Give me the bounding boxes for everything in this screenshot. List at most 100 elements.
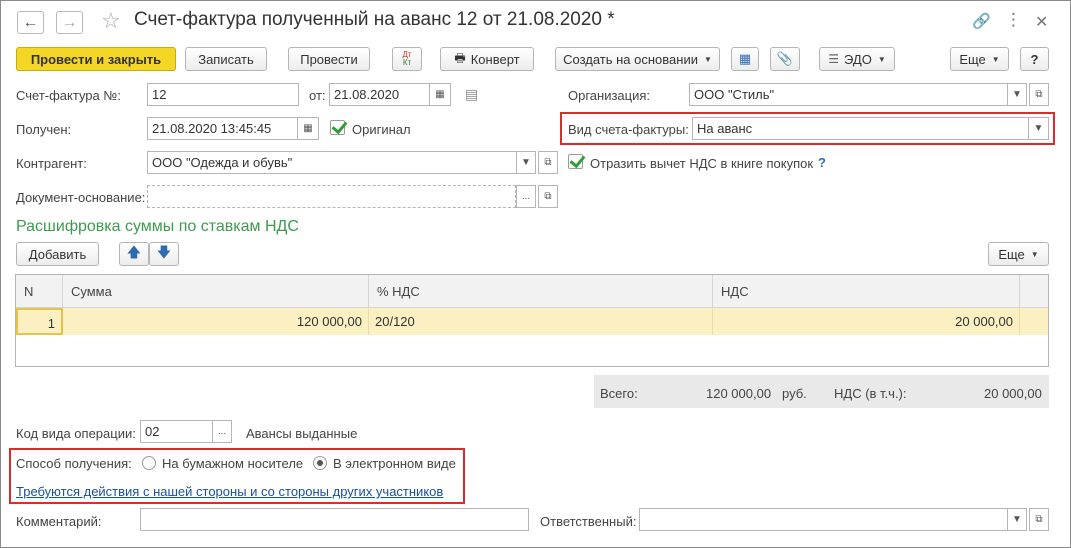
link-icon[interactable]: 🔗 — [972, 12, 991, 30]
received-calendar-button[interactable]: ▦ — [297, 117, 319, 140]
dropdown-caret-icon: ▼ — [991, 54, 1000, 64]
forward-button[interactable]: → — [56, 11, 83, 34]
back-button[interactable]: ← — [17, 11, 44, 34]
responsible-field[interactable] — [639, 508, 1007, 531]
paper-radio-label[interactable]: На бумажном носителе — [162, 456, 303, 471]
more-actions-icon[interactable]: ⋮ — [1005, 10, 1022, 30]
save-button[interactable]: Записать — [185, 47, 267, 71]
base-document-label: Документ-основание: — [16, 190, 146, 205]
page-title: Счет-фактура полученный на аванс 12 от 2… — [134, 9, 615, 30]
post-and-close-button[interactable]: Провести и закрыть — [16, 47, 176, 71]
more-button[interactable]: Еще ▼ — [950, 47, 1009, 71]
open-form-icon: ⧉ — [1035, 514, 1043, 525]
counterparty-field[interactable]: ООО "Одежда и обувь" — [147, 151, 516, 174]
edo-icon: ☰ — [828, 52, 839, 66]
move-down-button[interactable]: 🡇 — [149, 242, 179, 266]
dropdown-caret-icon: ▼ — [1030, 249, 1039, 259]
date-label: от: — [309, 88, 326, 103]
total-label: Всего: — [600, 386, 638, 401]
counterparty-open-button[interactable]: ⧉ — [538, 151, 558, 174]
totals-bar — [594, 375, 1049, 408]
organization-label: Организация: — [568, 88, 651, 103]
column-header-sum[interactable]: Сумма — [63, 275, 369, 308]
responsible-open-button[interactable]: ⧉ — [1029, 508, 1049, 531]
paper-radio[interactable] — [142, 456, 156, 470]
section-more-button[interactable]: Еще ▼ — [988, 242, 1049, 266]
column-header-n[interactable]: N — [16, 275, 63, 308]
organization-open-button[interactable]: ⧉ — [1029, 83, 1049, 106]
calendar-icon: ▦ — [435, 89, 445, 100]
organization-field[interactable]: ООО "Стиль" — [689, 83, 1007, 106]
chevron-down-icon: ▼ — [1012, 514, 1022, 525]
edo-button[interactable]: ☰ ЭДО ▼ — [819, 47, 895, 71]
column-header-vat-rate[interactable]: % НДС — [369, 275, 713, 308]
base-document-field[interactable] — [147, 185, 516, 208]
comment-label: Комментарий: — [16, 514, 102, 529]
dt-kt-button[interactable]: Дт Кт — [392, 47, 422, 71]
responsible-label: Ответственный: — [540, 514, 637, 529]
row-sum-cell[interactable]: 120 000,00 — [63, 308, 369, 335]
row-vat-cell[interactable]: 20 000,00 — [713, 308, 1020, 335]
close-icon[interactable]: ✕ — [1035, 12, 1048, 32]
vat-deduction-label: Отразить вычет НДС в книге покупок — [590, 156, 814, 171]
action-required-link[interactable]: Требуются действия с нашей стороны и со … — [16, 484, 443, 499]
vat-total-label: НДС (в т.ч.): — [834, 386, 907, 401]
row-vat-rate-cell[interactable]: 20/120 — [369, 308, 713, 335]
base-document-open-button[interactable]: ⧉ — [538, 185, 558, 208]
dropdown-caret-icon: ▼ — [703, 54, 712, 64]
responsible-dropdown[interactable]: ▼ — [1007, 508, 1027, 531]
table-row[interactable]: 1 120 000,00 20/120 20 000,00 — [16, 308, 1048, 335]
vat-total-value: 20 000,00 — [984, 386, 1042, 401]
invoice-number-label: Счет-фактура №: — [16, 88, 121, 103]
open-form-icon: ⧉ — [1035, 89, 1043, 100]
total-currency: руб. — [782, 386, 807, 401]
move-up-button[interactable]: 🡅 — [119, 242, 149, 266]
base-document-select-button[interactable]: ... — [516, 185, 536, 208]
row-number-cell[interactable]: 1 — [16, 308, 63, 335]
arrow-down-icon: 🡇 — [156, 244, 172, 260]
electronic-radio-label[interactable]: В электронном виде — [333, 456, 456, 471]
dropdown-caret-icon: ▼ — [877, 54, 886, 64]
counterparty-label: Контрагент: — [16, 156, 87, 171]
calendar-button[interactable]: ▦ — [429, 83, 451, 106]
help-button[interactable]: ? — [1020, 47, 1049, 71]
received-field[interactable]: 21.08.2020 13:45:45 — [147, 117, 297, 140]
attach-button[interactable]: 📎 — [770, 47, 800, 71]
column-header-spacer — [1020, 275, 1048, 308]
comment-field[interactable] — [140, 508, 529, 531]
printer-icon: 🖶 — [454, 50, 466, 65]
operation-code-select-button[interactable]: ... — [212, 420, 232, 443]
create-based-on-button[interactable]: Создать на основании ▼ — [555, 47, 720, 71]
operation-description: Авансы выданные — [246, 426, 358, 441]
help-mark[interactable]: ? — [818, 155, 826, 170]
paperclip-icon: 📎 — [776, 51, 794, 66]
operation-code-label: Код вида операции: — [16, 426, 136, 441]
invoice-kind-field[interactable]: На аванс — [692, 117, 1028, 140]
favorite-star-icon[interactable]: ☆ — [101, 8, 121, 34]
hierarchy-icon: ▦ — [738, 51, 752, 66]
vat-deduction-checkbox[interactable] — [568, 154, 583, 169]
column-header-vat[interactable]: НДС — [713, 275, 1020, 308]
arrow-up-icon: 🡅 — [126, 244, 142, 260]
original-checkbox[interactable] — [330, 120, 345, 135]
open-form-icon: ⧉ — [544, 191, 552, 202]
invoice-kind-dropdown[interactable]: ▼ — [1028, 117, 1049, 140]
organization-dropdown[interactable]: ▼ — [1007, 83, 1027, 106]
document-icon[interactable]: ▤ — [465, 86, 478, 103]
envelope-button[interactable]: 🖶 Конверт — [440, 47, 534, 71]
dt-kt-icon: Дт Кт — [402, 50, 412, 67]
invoice-number-field[interactable]: 12 — [147, 83, 299, 106]
received-label: Получен: — [16, 122, 72, 137]
date-field[interactable]: 21.08.2020 — [329, 83, 429, 106]
post-button[interactable]: Провести — [288, 47, 370, 71]
structure-button[interactable]: ▦ — [731, 47, 759, 71]
arrow-left-icon: ← — [22, 13, 39, 31]
vat-rates-table[interactable]: N Сумма % НДС НДС 1 120 000,00 20/120 20… — [15, 274, 1049, 367]
open-form-icon: ⧉ — [544, 157, 552, 168]
total-value: 120 000,00 — [706, 386, 772, 401]
operation-code-field[interactable]: 02 — [140, 420, 212, 443]
counterparty-dropdown[interactable]: ▼ — [516, 151, 536, 174]
electronic-radio[interactable] — [313, 456, 327, 470]
add-button[interactable]: Добавить — [16, 242, 99, 266]
original-label: Оригинал — [352, 122, 411, 137]
